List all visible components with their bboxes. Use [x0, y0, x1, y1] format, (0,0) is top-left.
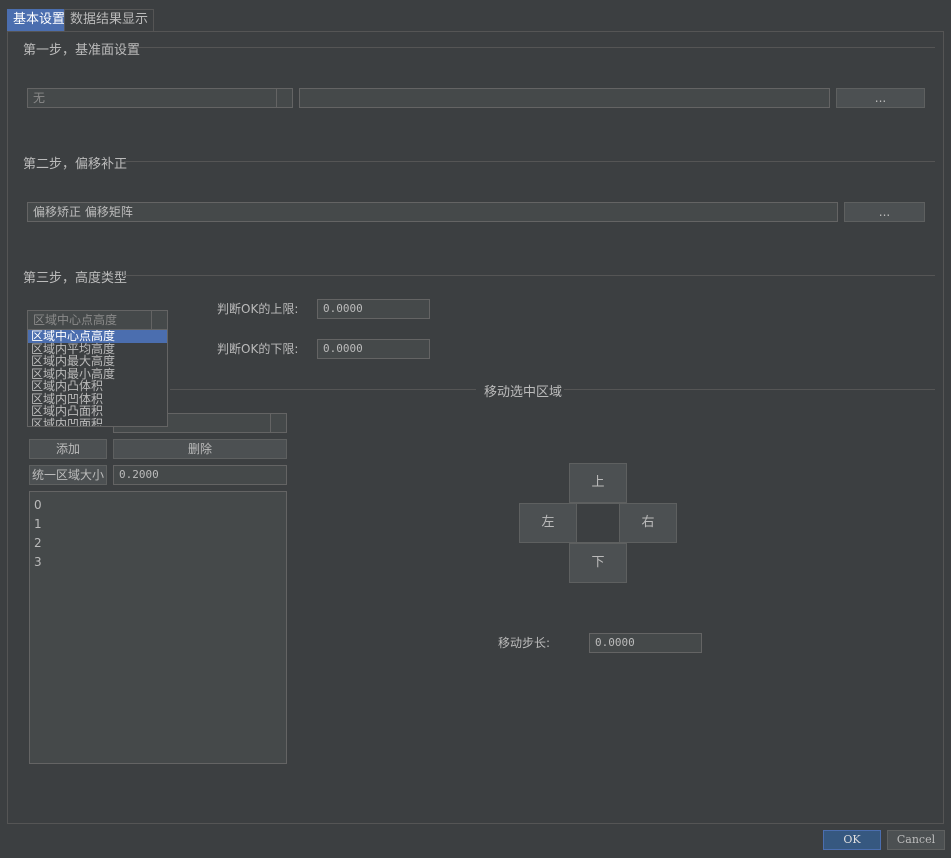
chevron-down-icon[interactable] — [270, 414, 286, 432]
move-step-label: 移动步长: — [498, 636, 551, 650]
move-up-button[interactable]: 上 — [569, 463, 627, 503]
step1-title: 第一步，基准面设置 — [23, 43, 141, 58]
region-separator-left — [170, 389, 476, 390]
dropdown-option[interactable]: 区域内凸面积 — [28, 405, 167, 418]
move-down-button[interactable]: 下 — [569, 543, 627, 583]
upper-limit-label: 判断OK的上限: — [217, 302, 299, 316]
move-right-button[interactable]: 右 — [619, 503, 677, 543]
height-type-dropdown[interactable]: 区域中心点高度 区域内平均高度 区域内最大高度 区域内最小高度 区域内凸体积 区… — [27, 329, 168, 427]
list-item[interactable]: 0 — [30, 496, 286, 515]
move-region-title: 移动选中区域 — [484, 385, 563, 400]
delete-region-button[interactable]: 删除 — [113, 439, 287, 459]
upper-limit-input[interactable]: 0.0000 — [317, 299, 430, 319]
step2-title: 第二步，偏移补正 — [23, 157, 128, 172]
dropdown-option[interactable]: 区域中心点高度 — [28, 330, 167, 343]
reference-plane-combo[interactable]: 无 — [27, 88, 293, 108]
cancel-button[interactable]: Cancel — [887, 830, 945, 850]
reference-plane-combo-value: 无 — [33, 91, 46, 105]
add-region-button[interactable]: 添加 — [29, 439, 107, 459]
height-type-combo[interactable]: 区域中心点高度 — [27, 310, 168, 330]
reference-plane-path-field[interactable] — [299, 88, 830, 108]
step2-separator — [124, 161, 935, 162]
lower-limit-label: 判断OK的下限: — [217, 342, 299, 356]
step3-title: 第三步，高度类型 — [23, 271, 128, 286]
region-separator-right — [564, 389, 935, 390]
move-pad-center — [577, 503, 619, 543]
chevron-down-icon[interactable] — [151, 311, 167, 329]
tab-data-results[interactable]: 数据结果显示 — [64, 9, 155, 31]
unify-region-size-button[interactable]: 统一区域大小 — [29, 465, 107, 485]
reference-plane-browse-button[interactable]: ... — [836, 88, 925, 108]
ok-button[interactable]: OK — [823, 830, 881, 850]
region-list[interactable]: 0 1 2 3 — [29, 491, 287, 764]
dropdown-option[interactable]: 区域内最大高度 — [28, 355, 167, 368]
tab-basic-settings[interactable]: 基本设置 — [7, 9, 72, 31]
unify-region-size-input[interactable]: 0.2000 — [113, 465, 287, 485]
list-item[interactable]: 3 — [30, 553, 286, 572]
move-step-input[interactable]: 0.0000 — [589, 633, 702, 653]
dropdown-option[interactable]: 区域内凹面积 — [28, 418, 167, 426]
step1-separator — [137, 47, 935, 48]
list-item[interactable]: 2 — [30, 534, 286, 553]
offset-correction-field[interactable]: 偏移矫正 偏移矩阵 — [27, 202, 838, 222]
list-item[interactable]: 1 — [30, 515, 286, 534]
move-left-button[interactable]: 左 — [519, 503, 577, 543]
chevron-down-icon[interactable] — [276, 89, 292, 107]
dropdown-option[interactable]: 区域内凸体积 — [28, 380, 167, 393]
offset-browse-button[interactable]: ... — [844, 202, 925, 222]
height-type-combo-value: 区域中心点高度 — [33, 313, 118, 327]
lower-limit-input[interactable]: 0.0000 — [317, 339, 430, 359]
step3-separator — [124, 275, 935, 276]
